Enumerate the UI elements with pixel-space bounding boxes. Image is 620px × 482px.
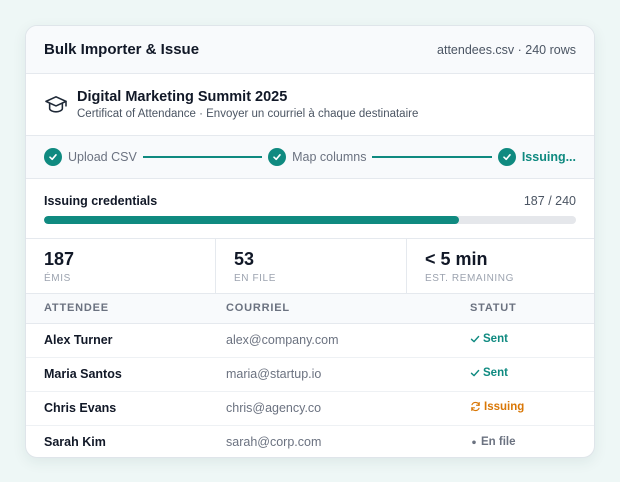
event-summary: Digital Marketing Summit 2025 Certificat… — [26, 74, 594, 136]
check-icon — [44, 148, 62, 166]
table-row[interactable]: Alex Turner alex@company.com Sent — [26, 323, 594, 358]
status-badge: En file — [470, 436, 516, 448]
table-row[interactable]: Sarah Kim sarah@corp.com En file — [26, 425, 594, 457]
step-upload-csv[interactable]: Upload CSV — [44, 148, 137, 166]
status-badge: Sent — [470, 333, 508, 345]
attendee-email: alex@company.com — [208, 323, 452, 358]
event-text: Digital Marketing Summit 2025 Certificat… — [77, 89, 418, 120]
event-subtitle: Certificat of Attendance · Envoyer un co… — [77, 108, 419, 120]
step-label: Issuing... — [521, 150, 577, 164]
bulk-importer-card: Bulk Importer & Issue attendees.csv · 24… — [25, 25, 595, 458]
progress-section: Issuing credentials 187 / 240 — [26, 179, 594, 239]
stat-value: < 5 min — [425, 249, 488, 269]
attendee-table: ATTENDEE COURRIEL STATUT Alex Turner ale… — [26, 294, 594, 457]
card-title: Bulk Importer & Issue — [44, 41, 200, 58]
status-text: En file — [481, 436, 516, 449]
status-cell: Issuing — [452, 391, 594, 426]
attendee-email: maria@startup.io — [208, 357, 452, 392]
event-title: Digital Marketing Summit 2025 — [77, 89, 288, 105]
checkmark-icon — [470, 334, 480, 344]
progress-label: Issuing credentials — [44, 194, 158, 208]
step-connector — [372, 156, 492, 158]
stat-label: EST. REMAINING — [425, 273, 514, 284]
file-meta: attendees.csv · 240 rows — [437, 42, 576, 57]
progress-count: 187 / 240 — [523, 194, 576, 208]
checkmark-icon — [470, 368, 480, 378]
stat-label: EN FILE — [234, 273, 276, 284]
stat-remaining: < 5 min EST. REMAINING — [407, 239, 594, 293]
progress-bar — [44, 216, 576, 224]
status-cell: Sent — [452, 323, 594, 358]
status-cell: En file — [452, 425, 594, 457]
status-badge: Sent — [470, 367, 508, 379]
stat-value: 187 — [44, 249, 75, 269]
table-header: ATTENDEE COURRIEL STATUT — [26, 294, 594, 324]
attendee-name: Chris Evans — [26, 391, 208, 426]
step-connector — [142, 156, 263, 158]
status-badge: Issuing — [470, 401, 524, 413]
status-text: Sent — [483, 333, 508, 345]
column-header-email[interactable]: COURRIEL — [208, 294, 452, 324]
stat-value: 53 — [234, 249, 255, 269]
step-label: Map columns — [292, 150, 367, 164]
stat-queued: 53 EN FILE — [216, 239, 407, 293]
attendee-name: Sarah Kim — [44, 435, 106, 450]
step-issuing[interactable]: Issuing... — [497, 148, 577, 166]
table-row[interactable]: Chris Evans chris@agency.co Issuing — [26, 391, 594, 426]
check-icon — [268, 148, 287, 166]
status-text: Issuing — [484, 400, 525, 413]
step-map-columns[interactable]: Map columns — [268, 148, 366, 166]
column-header-attendee[interactable]: ATTENDEE — [26, 294, 208, 324]
check-icon — [497, 148, 516, 166]
attendee-name: Maria Santos — [26, 357, 208, 392]
stat-label: ÉMIS — [44, 273, 71, 284]
attendee-email: sarah@corp.com — [226, 435, 322, 450]
stat-issued: 187 ÉMIS — [26, 239, 216, 293]
attendee-name: Alex Turner — [26, 323, 208, 358]
stats-row: 187 ÉMIS 53 EN FILE < 5 min EST. REMAINI… — [26, 239, 594, 294]
status-cell: Sent — [452, 357, 594, 392]
status-text: Sent — [483, 367, 508, 379]
graduation-cap-icon — [44, 93, 68, 117]
refresh-icon — [470, 401, 481, 412]
table-row[interactable]: Maria Santos maria@startup.io Sent — [26, 357, 594, 392]
step-label: Upload CSV — [68, 150, 137, 164]
attendee-email: chris@agency.co — [208, 391, 452, 426]
card-header: Bulk Importer & Issue attendees.csv · 24… — [26, 26, 594, 74]
progress-bar-fill — [44, 216, 459, 224]
dot-icon — [470, 438, 478, 446]
progress-header: Issuing credentials 187 / 240 — [44, 194, 576, 208]
column-header-status[interactable]: STATUT — [452, 294, 594, 324]
stepper: Upload CSV Map columns Issuing... — [26, 136, 594, 179]
